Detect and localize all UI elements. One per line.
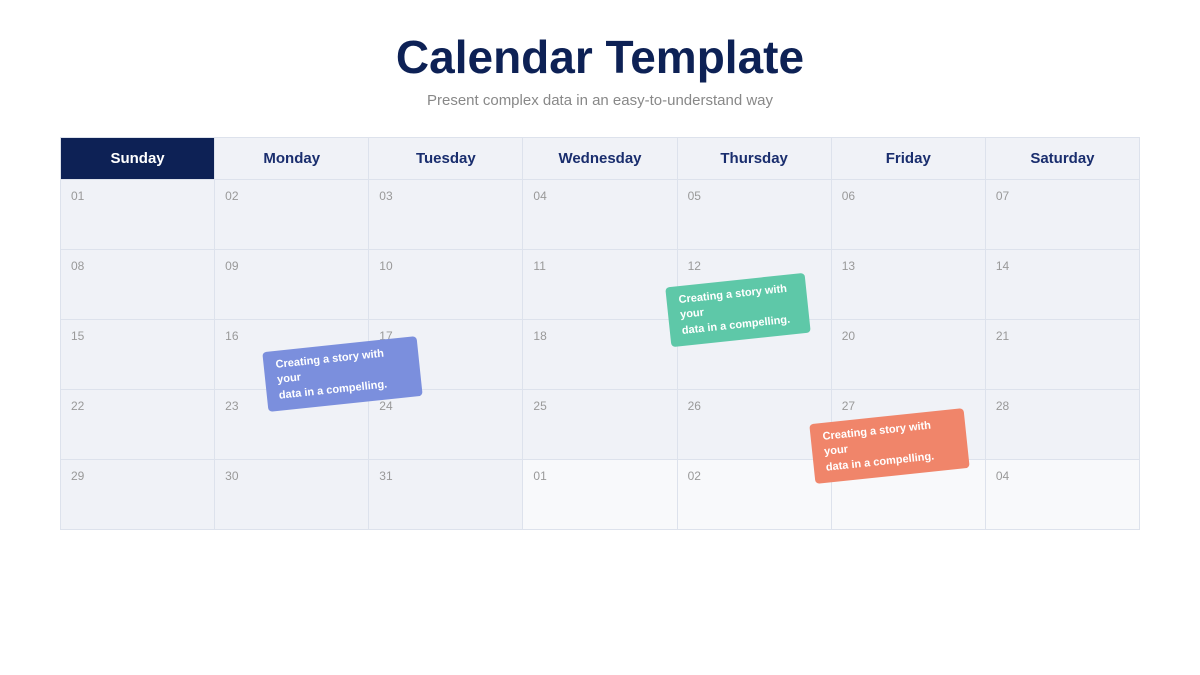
day-number: 30: [225, 469, 238, 483]
header-sunday: Sunday: [61, 138, 215, 180]
cell-w0-d2: 03: [369, 180, 523, 250]
day-number: 19: [688, 329, 701, 343]
day-number: 04: [996, 469, 1009, 483]
cell-w4-d1: 30: [215, 460, 369, 530]
cell-w0-d6: 07: [985, 180, 1139, 250]
day-number: 23: [225, 399, 238, 413]
day-number: 28: [996, 399, 1009, 413]
day-number: 03: [379, 189, 392, 203]
header-wednesday: Wednesday: [523, 138, 677, 180]
cell-w2-d1: 16Creating a story with your data in a c…: [215, 320, 369, 390]
cell-w0-d0: 01: [61, 180, 215, 250]
cell-w3-d6: 28: [985, 390, 1139, 460]
day-number: 27: [842, 399, 855, 413]
cell-w0-d3: 04: [523, 180, 677, 250]
cell-w4-d2: 31: [369, 460, 523, 530]
cell-w1-d2: 10: [369, 250, 523, 320]
day-number: 05: [688, 189, 701, 203]
day-number: 22: [71, 399, 84, 413]
cell-w2-d3: 18: [523, 320, 677, 390]
cell-w2-d4: 19: [677, 320, 831, 390]
cell-w4-d4: 02: [677, 460, 831, 530]
cell-w3-d2: 24: [369, 390, 523, 460]
day-number: 10: [379, 259, 392, 273]
cell-w2-d5: 20: [831, 320, 985, 390]
day-number: 04: [533, 189, 546, 203]
day-number: 14: [996, 259, 1009, 273]
cell-w1-d3: 11: [523, 250, 677, 320]
day-number: 12: [688, 259, 701, 273]
cell-w1-d4: 12Creating a story with your data in a c…: [677, 250, 831, 320]
day-number: 06: [842, 189, 855, 203]
cell-w3-d4: 26: [677, 390, 831, 460]
day-number: 07: [996, 189, 1009, 203]
cell-w0-d1: 02: [215, 180, 369, 250]
cell-w3-d5: 27Creating a story with your data in a c…: [831, 390, 985, 460]
day-number: 01: [533, 469, 546, 483]
day-number: 01: [71, 189, 84, 203]
cell-w1-d0: 08: [61, 250, 215, 320]
day-number: 11: [533, 259, 545, 273]
header-friday: Friday: [831, 138, 985, 180]
day-number: 21: [996, 329, 1009, 343]
cell-w1-d1: 09: [215, 250, 369, 320]
cell-w4-d5: 03: [831, 460, 985, 530]
cell-w4-d6: 04: [985, 460, 1139, 530]
day-number: 13: [842, 259, 855, 273]
page-subtitle: Present complex data in an easy-to-under…: [427, 92, 773, 109]
header-monday: Monday: [215, 138, 369, 180]
cell-w2-d2: 17: [369, 320, 523, 390]
day-number: 02: [688, 469, 701, 483]
cell-w3-d3: 25: [523, 390, 677, 460]
header-thursday: Thursday: [677, 138, 831, 180]
cell-w0-d4: 05: [677, 180, 831, 250]
calendar-week-2: 15 16Creating a story with your data in a…: [61, 320, 1140, 390]
day-number: 09: [225, 259, 238, 273]
cell-w4-d0: 29: [61, 460, 215, 530]
day-number: 02: [225, 189, 238, 203]
cell-w1-d6: 14: [985, 250, 1139, 320]
calendar-table: Sunday Monday Tuesday Wednesday Thursday…: [60, 137, 1140, 530]
day-number: 24: [379, 399, 392, 413]
cell-w2-d6: 21: [985, 320, 1139, 390]
day-number: 29: [71, 469, 84, 483]
day-number: 15: [71, 329, 84, 343]
cell-w3-d0: 22: [61, 390, 215, 460]
day-number: 25: [533, 399, 546, 413]
cell-w3-d1: 23: [215, 390, 369, 460]
calendar-week-3: 22 23 24 25 26 27Creating a story with your d…: [61, 390, 1140, 460]
cell-w0-d5: 06: [831, 180, 985, 250]
day-number: 17: [379, 329, 392, 343]
day-number: 08: [71, 259, 84, 273]
day-number: 18: [533, 329, 546, 343]
day-number: 16: [225, 329, 238, 343]
day-number: 31: [379, 469, 392, 483]
calendar-week-1: 08 09 10 11 12Creating a story with your dat…: [61, 250, 1140, 320]
header-tuesday: Tuesday: [369, 138, 523, 180]
day-number: 03: [842, 469, 855, 483]
cell-w4-d3: 01: [523, 460, 677, 530]
calendar-week-4: 29 30 31 01 02 03 04: [61, 460, 1140, 530]
header-saturday: Saturday: [985, 138, 1139, 180]
page-title: Calendar Template: [396, 30, 804, 84]
calendar-week-0: 01 02 03 04 05 06 07: [61, 180, 1140, 250]
day-number: 20: [842, 329, 855, 343]
cell-w2-d0: 15: [61, 320, 215, 390]
cell-w1-d5: 13: [831, 250, 985, 320]
day-number: 26: [688, 399, 701, 413]
calendar-header-row: Sunday Monday Tuesday Wednesday Thursday…: [61, 138, 1140, 180]
